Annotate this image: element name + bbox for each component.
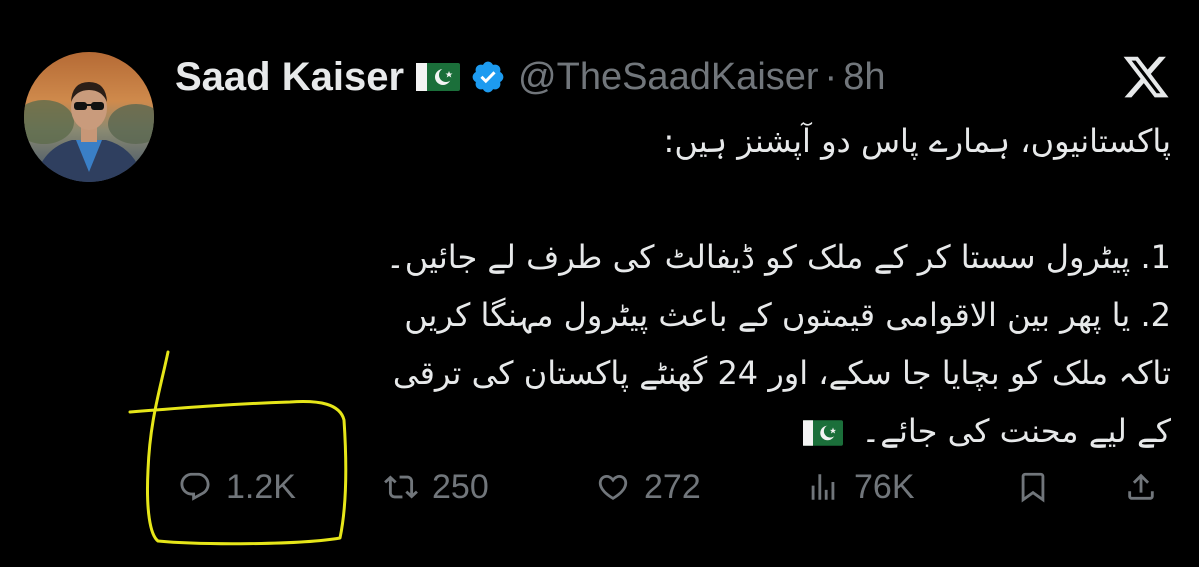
x-logo-icon[interactable] — [1121, 52, 1171, 102]
tweet-actions: 1.2K 250 272 76K — [178, 462, 1171, 512]
reply-icon — [180, 472, 210, 501]
bookmark-icon — [1021, 472, 1045, 503]
share-button[interactable] — [1124, 470, 1172, 504]
repost-button[interactable]: 250 — [384, 468, 489, 507]
like-count: 272 — [644, 467, 701, 506]
tweet-header: Saad Kaiser @TheSaadKaiser · 8h — [175, 52, 885, 102]
tweet-text: پاکستانیوں، ہمارے پاس دو آپشنز ہیں: 1. پ… — [200, 112, 1171, 460]
author-handle[interactable]: @TheSaadKaiser — [518, 56, 819, 99]
tweet-line: تاکہ ملک کو بچایا جا سکے، اور 24 گھنٹے پ… — [392, 354, 1171, 392]
views-icon — [811, 474, 835, 500]
views-button[interactable]: 76K — [806, 468, 915, 507]
like-button[interactable]: 272 — [596, 468, 701, 507]
repost-icon — [384, 475, 418, 499]
verified-badge-icon — [472, 61, 504, 93]
views-count: 76K — [854, 467, 915, 506]
bookmark-button[interactable] — [1016, 470, 1064, 504]
tweet-line: 2. یا پھر بین الاقوامی قیمتوں کے باعث پی… — [404, 296, 1171, 334]
tweet-line-last: کے لیے محنت کی جائے۔ — [200, 402, 1171, 460]
reply-button[interactable]: 1.2K — [178, 468, 296, 507]
avatar[interactable] — [24, 52, 154, 182]
share-icon — [1128, 473, 1154, 500]
heart-icon — [598, 474, 628, 500]
pakistan-flag-icon — [803, 420, 844, 446]
tweet-line: 1. پیٹرول سستا کر کے ملک کو ڈیفالٹ کی طر… — [386, 238, 1171, 276]
tweet-line: پاکستانیوں، ہمارے پاس دو آپشنز ہیں: — [663, 122, 1171, 160]
reply-count: 1.2K — [226, 467, 296, 506]
pakistan-flag-icon — [416, 63, 461, 91]
author-name[interactable]: Saad Kaiser — [175, 55, 404, 100]
tweet-line: کے لیے محنت کی جائے۔ — [861, 412, 1171, 450]
header-separator: · — [824, 55, 838, 98]
avatar-image — [24, 82, 154, 182]
repost-count: 250 — [432, 467, 489, 506]
tweet-timestamp[interactable]: 8h — [843, 56, 885, 99]
